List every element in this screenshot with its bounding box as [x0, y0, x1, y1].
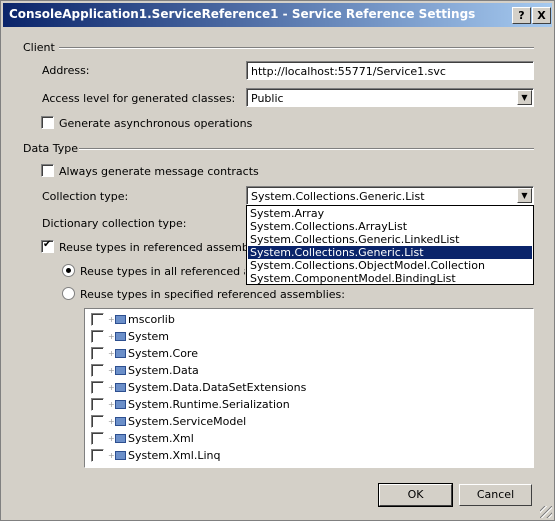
collection-type-label: Collection type:	[42, 190, 129, 203]
reuse-specified-radio[interactable]	[62, 287, 75, 300]
cancel-button[interactable]: Cancel	[459, 484, 532, 506]
resize-grip-icon[interactable]	[540, 506, 552, 518]
tree-expand-icon: +	[108, 417, 115, 426]
assembly-checkbox[interactable]	[91, 381, 104, 394]
assembly-checkbox[interactable]	[91, 449, 104, 462]
assembly-checkbox[interactable]	[91, 415, 104, 428]
async-operations-label: Generate asynchronous operations	[59, 117, 253, 130]
collection-type-select[interactable]: System.Collections.Generic.List ▼	[246, 186, 534, 205]
assembly-icon	[115, 315, 126, 324]
tree-expand-icon: +	[108, 400, 115, 409]
assembly-icon	[115, 451, 126, 460]
assembly-label: System.Data	[128, 364, 199, 377]
client-group-label: Client	[23, 41, 55, 54]
dropdown-option-selected[interactable]: System.Collections.Generic.List	[248, 246, 532, 259]
assembly-checkbox[interactable]	[91, 330, 104, 343]
message-contracts-label: Always generate message contracts	[59, 165, 259, 178]
assembly-icon	[115, 383, 126, 392]
tree-expand-icon: +	[108, 315, 115, 324]
reuse-types-label: Reuse types in referenced assemblies	[59, 241, 268, 254]
assembly-label: System.Data.DataSetExtensions	[128, 381, 307, 394]
client-group-divider	[59, 47, 534, 49]
tree-expand-icon: +	[108, 451, 115, 460]
async-operations-checkbox[interactable]	[41, 116, 54, 129]
assembly-icon	[115, 434, 126, 443]
assembly-label: System	[128, 330, 170, 343]
collection-type-dropdown-list[interactable]: System.Array System.Collections.ArrayLis…	[246, 205, 534, 285]
address-field[interactable]: http://localhost:55771/Service1.svc	[246, 61, 534, 80]
access-level-value: Public	[251, 92, 284, 105]
assemblies-list[interactable]: + mscorlib + System + System.Core + Syst…	[84, 308, 534, 468]
window-title: ConsoleApplication1.ServiceReference1 - …	[9, 7, 476, 21]
assembly-icon	[115, 332, 126, 341]
dropdown-option[interactable]: System.Collections.ArrayList	[248, 220, 532, 233]
ok-button[interactable]: OK	[378, 483, 453, 507]
dictionary-type-label: Dictionary collection type:	[42, 217, 187, 230]
assembly-checkbox[interactable]	[91, 313, 104, 326]
reuse-all-label: Reuse types in all referenced asse	[80, 265, 245, 278]
assembly-label: System.ServiceModel	[128, 415, 247, 428]
reuse-specified-label: Reuse types in specified referenced asse…	[80, 288, 345, 301]
collection-type-value: System.Collections.Generic.List	[251, 190, 425, 203]
dropdown-option[interactable]: System.Collections.Generic.LinkedList	[248, 233, 532, 246]
address-label: Address:	[42, 64, 90, 77]
address-value: http://localhost:55771/Service1.svc	[251, 65, 446, 78]
reuse-all-radio[interactable]	[62, 264, 75, 277]
dropdown-option[interactable]: System.ComponentModel.BindingList	[248, 272, 532, 285]
assembly-label: System.Core	[128, 347, 198, 360]
dropdown-option[interactable]: System.Array	[248, 207, 532, 220]
data-type-group-divider	[79, 148, 534, 150]
data-type-group-label: Data Type	[23, 142, 79, 155]
tree-expand-icon: +	[108, 349, 115, 358]
tree-expand-icon: +	[108, 366, 115, 375]
assembly-checkbox[interactable]	[91, 364, 104, 377]
assembly-icon	[115, 366, 126, 375]
assembly-label: System.Xml	[128, 432, 194, 445]
assembly-checkbox[interactable]	[91, 432, 104, 445]
triangle-down-icon[interactable]: ▼	[517, 188, 532, 203]
tree-expand-icon: +	[108, 383, 115, 392]
access-level-select[interactable]: Public ▼	[246, 88, 534, 107]
tree-expand-icon: +	[108, 434, 115, 443]
assembly-icon	[115, 400, 126, 409]
assembly-icon	[115, 349, 126, 358]
help-button[interactable]: ?	[512, 7, 531, 24]
tree-expand-icon: +	[108, 332, 115, 341]
message-contracts-checkbox[interactable]	[41, 164, 54, 177]
close-button[interactable]: X	[532, 7, 551, 24]
access-level-label: Access level for generated classes:	[42, 92, 236, 105]
assembly-icon	[115, 417, 126, 426]
reuse-types-checkbox[interactable]	[41, 239, 54, 253]
dropdown-option[interactable]: System.Collections.ObjectModel.Collectio…	[248, 259, 532, 272]
triangle-down-icon[interactable]: ▼	[517, 90, 532, 105]
assembly-label: mscorlib	[128, 313, 175, 326]
assembly-label: System.Xml.Linq	[128, 449, 221, 462]
assembly-checkbox[interactable]	[91, 398, 104, 411]
service-reference-settings-dialog: ConsoleApplication1.ServiceReference1 - …	[0, 0, 555, 521]
assembly-checkbox[interactable]	[91, 347, 104, 360]
assembly-label: System.Runtime.Serialization	[128, 398, 290, 411]
title-bar: ConsoleApplication1.ServiceReference1 - …	[3, 3, 552, 27]
